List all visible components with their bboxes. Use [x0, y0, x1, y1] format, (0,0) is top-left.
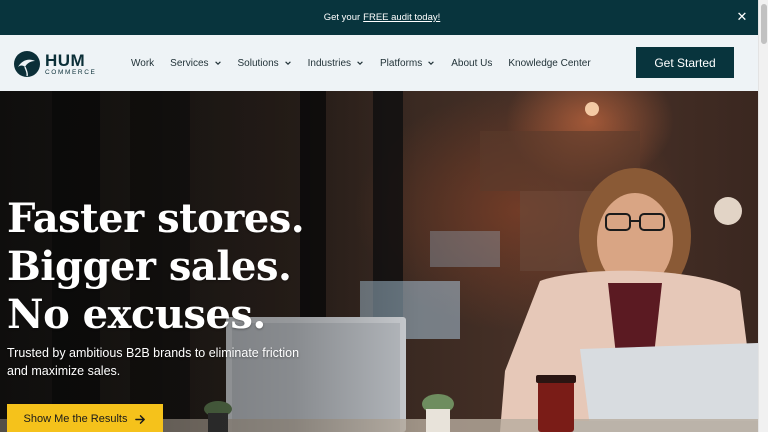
logo-sub-text: COMMERCE	[45, 68, 97, 76]
chevron-down-icon	[357, 61, 363, 65]
headline-line-2: Bigger sales.	[7, 243, 292, 290]
nav-item-label: Industries	[307, 57, 352, 69]
nav-item-solutions[interactable]: Solutions	[238, 58, 292, 69]
nav-item-label: Platforms	[380, 57, 423, 69]
get-started-button[interactable]: Get Started	[636, 47, 734, 78]
nav-item-label: Solutions	[237, 57, 279, 69]
nav-item-label: Services	[170, 57, 209, 69]
main-nav: Work Services Solutions Industries Platforms…	[131, 35, 607, 91]
logo-text: HUM COMMERCE	[45, 52, 96, 77]
arrow-right-icon	[135, 414, 146, 424]
headline-line-3: No excuses.	[7, 291, 266, 338]
show-me-results-label: Show Me the Results	[23, 413, 128, 425]
show-me-results-button[interactable]: Show Me the Results	[7, 404, 163, 432]
headline-line-1: Faster stores.	[7, 195, 305, 242]
chevron-down-icon	[428, 61, 435, 65]
hero-section: Faster stores. Bigger sales. No excuses.…	[0, 91, 758, 432]
nav-item-label: About Us	[451, 57, 493, 69]
site-header: HUM COMMERCE Work Services Solutions Indust…	[0, 35, 758, 91]
scrollbar-thumb[interactable]	[761, 4, 767, 44]
nav-item-knowledge-center[interactable]: Knowledge Center	[508, 58, 590, 69]
hero-subheading: Trusted by ambitious B2B brands to elimi…	[7, 346, 300, 378]
logo-main-text: HUM	[45, 50, 86, 70]
hero-headline: Faster stores. Bigger sales. No excuses.	[7, 195, 305, 339]
nav-item-services[interactable]: Services	[170, 58, 221, 69]
nav-item-label: Knowledge Center	[508, 57, 591, 69]
nav-item-platforms[interactable]: Platforms	[380, 58, 435, 69]
announcement-prefix: Get your	[323, 12, 361, 23]
free-audit-link[interactable]: FREE audit today!	[363, 12, 440, 23]
chevron-down-icon	[214, 61, 221, 65]
nav-item-industries[interactable]: Industries	[308, 58, 364, 69]
announcement-bar: Get your FREE audit today! ✕	[0, 0, 758, 35]
chevron-down-icon	[284, 61, 291, 65]
nav-item-work[interactable]: Work	[131, 58, 154, 69]
nav-item-about-us[interactable]: About Us	[451, 58, 492, 69]
nav-item-label: Work	[131, 57, 155, 69]
close-icon[interactable]: ✕	[734, 9, 750, 25]
page-scrollbar[interactable]	[758, 0, 768, 432]
announcement-message: Get your FREE audit today!	[324, 12, 441, 23]
logo[interactable]: HUM COMMERCE	[13, 50, 96, 78]
logo-mark-icon	[14, 51, 40, 77]
